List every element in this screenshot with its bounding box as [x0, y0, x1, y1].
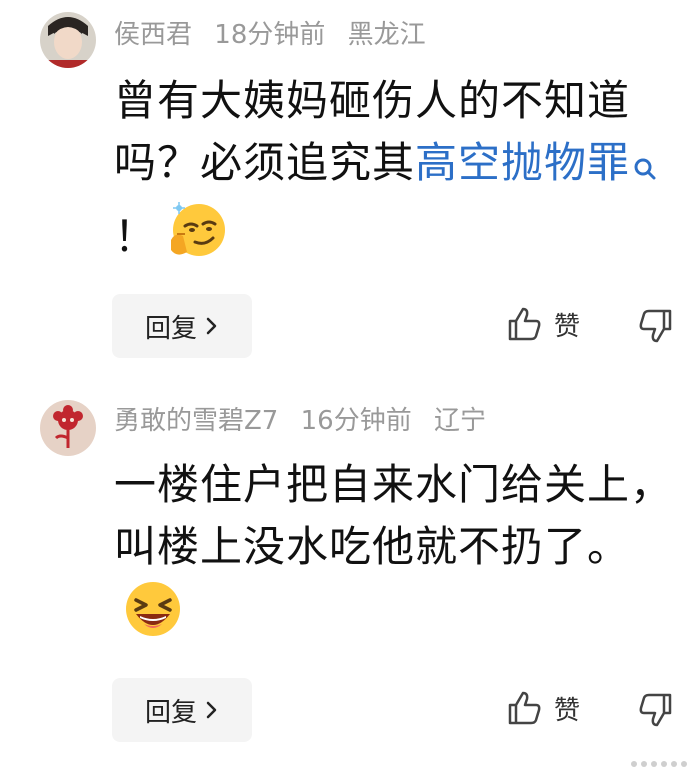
search-link-term[interactable]: 高空抛物罪: [415, 138, 630, 187]
avatar[interactable]: [40, 12, 96, 68]
smirk-emoji: [165, 200, 227, 279]
timestamp: 18分钟前: [214, 20, 326, 50]
chevron-right-icon: [206, 701, 217, 719]
like-label: 赞: [554, 311, 581, 342]
location: 黑龙江: [347, 20, 426, 50]
thumbs-down-icon: [639, 309, 672, 343]
comment-text-tail: ！: [114, 212, 158, 261]
user-avatar-flower-icon: [40, 400, 96, 456]
like-button[interactable]: 赞: [504, 304, 580, 344]
username[interactable]: 侯西君: [114, 20, 192, 50]
comment-text: 曾有大姨妈砸伤人的不知道吗？必须追究其高空抛物罪！: [114, 70, 684, 279]
username[interactable]: 勇敢的雪碧Z7: [114, 406, 278, 436]
thumbs-up-icon: [508, 307, 541, 341]
location: 辽宁: [433, 406, 486, 436]
comment-text-main: 一楼住户把自来水门给关上，叫楼上没水吃他就不扔了。: [114, 460, 674, 571]
laughing-emoji: [122, 578, 184, 657]
chevron-right-icon: [206, 317, 217, 335]
reply-button[interactable]: 回复: [112, 678, 252, 742]
reply-label: 回复: [144, 697, 197, 728]
comment-2: 勇敢的雪碧Z7 16分钟前 辽宁 一楼住户把自来水门给关上，叫楼上没水吃他就不扔…: [0, 380, 697, 775]
dislike-button[interactable]: [636, 690, 676, 734]
reply-label: 回复: [144, 313, 197, 344]
user-avatar-photo-icon: [40, 12, 96, 68]
comment-1: 侯西君 18分钟前 黑龙江 曾有大姨妈砸伤人的不知道吗？必须追究其高空抛物罪！ …: [0, 0, 697, 380]
avatar[interactable]: [40, 400, 96, 456]
timestamp: 16分钟前: [300, 406, 412, 436]
comment-text: 一楼住户把自来水门给关上，叫楼上没水吃他就不扔了。: [114, 454, 684, 657]
reply-button[interactable]: 回复: [112, 294, 252, 358]
dislike-button[interactable]: [636, 306, 676, 350]
thumbs-down-icon: [639, 693, 672, 727]
watermark-dots: [631, 761, 687, 767]
comment-meta: 侯西君 18分钟前 黑龙江: [114, 18, 440, 52]
search-icon[interactable]: [632, 138, 658, 200]
thumbs-up-icon: [508, 691, 541, 725]
comment-meta: 勇敢的雪碧Z7 16分钟前 辽宁: [114, 404, 500, 438]
like-button[interactable]: 赞: [504, 688, 580, 728]
like-label: 赞: [554, 695, 581, 726]
